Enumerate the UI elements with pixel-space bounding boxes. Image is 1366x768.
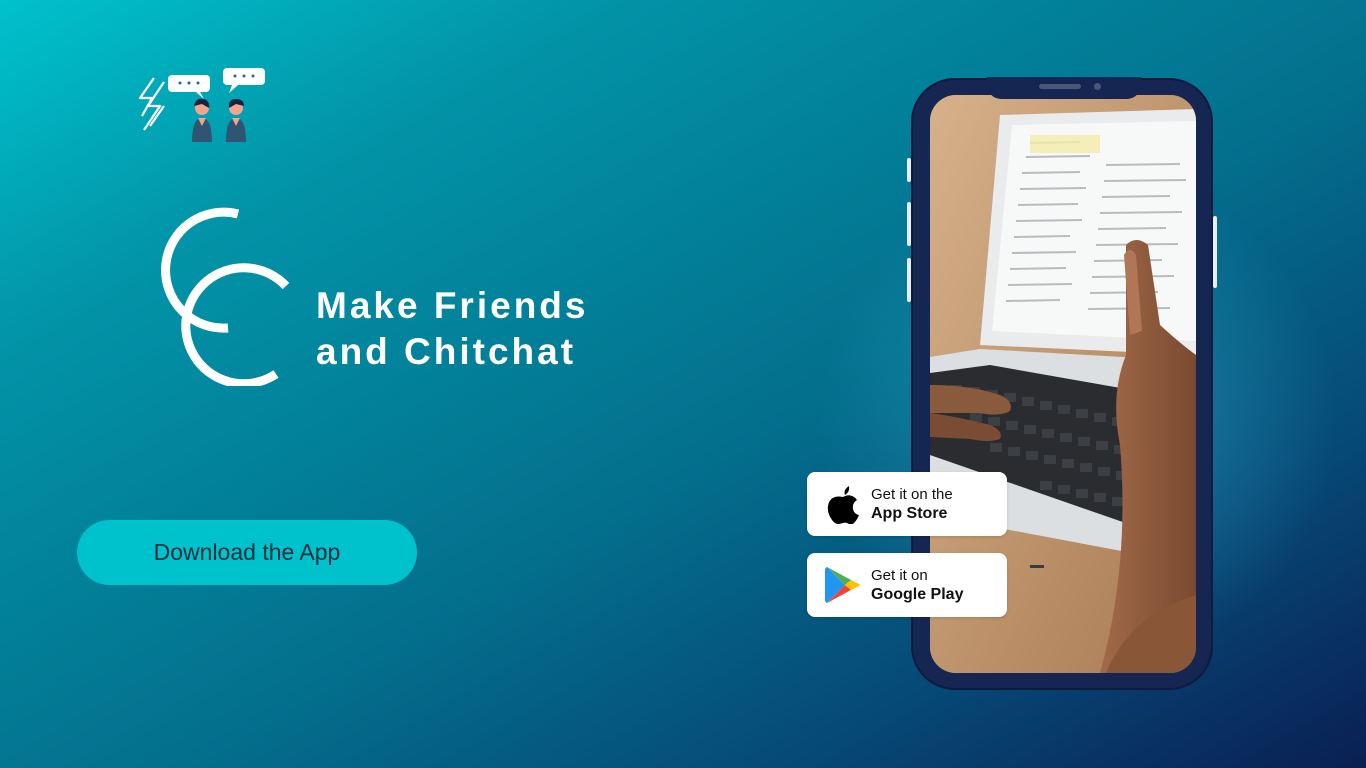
phone-notch — [987, 77, 1141, 99]
google-play-badge-line2: Google Play — [871, 586, 964, 603]
app-store-badge-line1: Get it on the — [871, 486, 953, 503]
phone-volume-down-button — [907, 258, 911, 302]
app-store-badge[interactable]: Get it on the App Store — [807, 472, 1007, 536]
download-app-button[interactable]: Download the App — [77, 520, 417, 585]
phone-power-button — [1213, 216, 1217, 288]
google-play-badge[interactable]: Get it on Google Play — [807, 553, 1007, 617]
apple-icon — [821, 482, 865, 526]
people-chatting-icon — [138, 68, 265, 142]
google-play-icon — [821, 563, 865, 607]
landing-page: Make Friends and Chitchat Download the A… — [0, 0, 1366, 768]
phone-volume-up-button — [907, 202, 911, 246]
phone-front-camera — [1094, 83, 1101, 90]
phone-mute-switch — [907, 158, 911, 182]
cc-monogram-logo — [161, 207, 290, 386]
phone-speaker — [1039, 84, 1081, 89]
google-play-badge-line1: Get it on — [871, 567, 928, 584]
tagline: Make Friends and Chitchat — [316, 283, 588, 375]
tagline-line-2: and Chitchat — [316, 331, 577, 372]
tagline-line-1: Make Friends — [316, 285, 589, 326]
app-store-badge-line2: App Store — [871, 505, 948, 522]
